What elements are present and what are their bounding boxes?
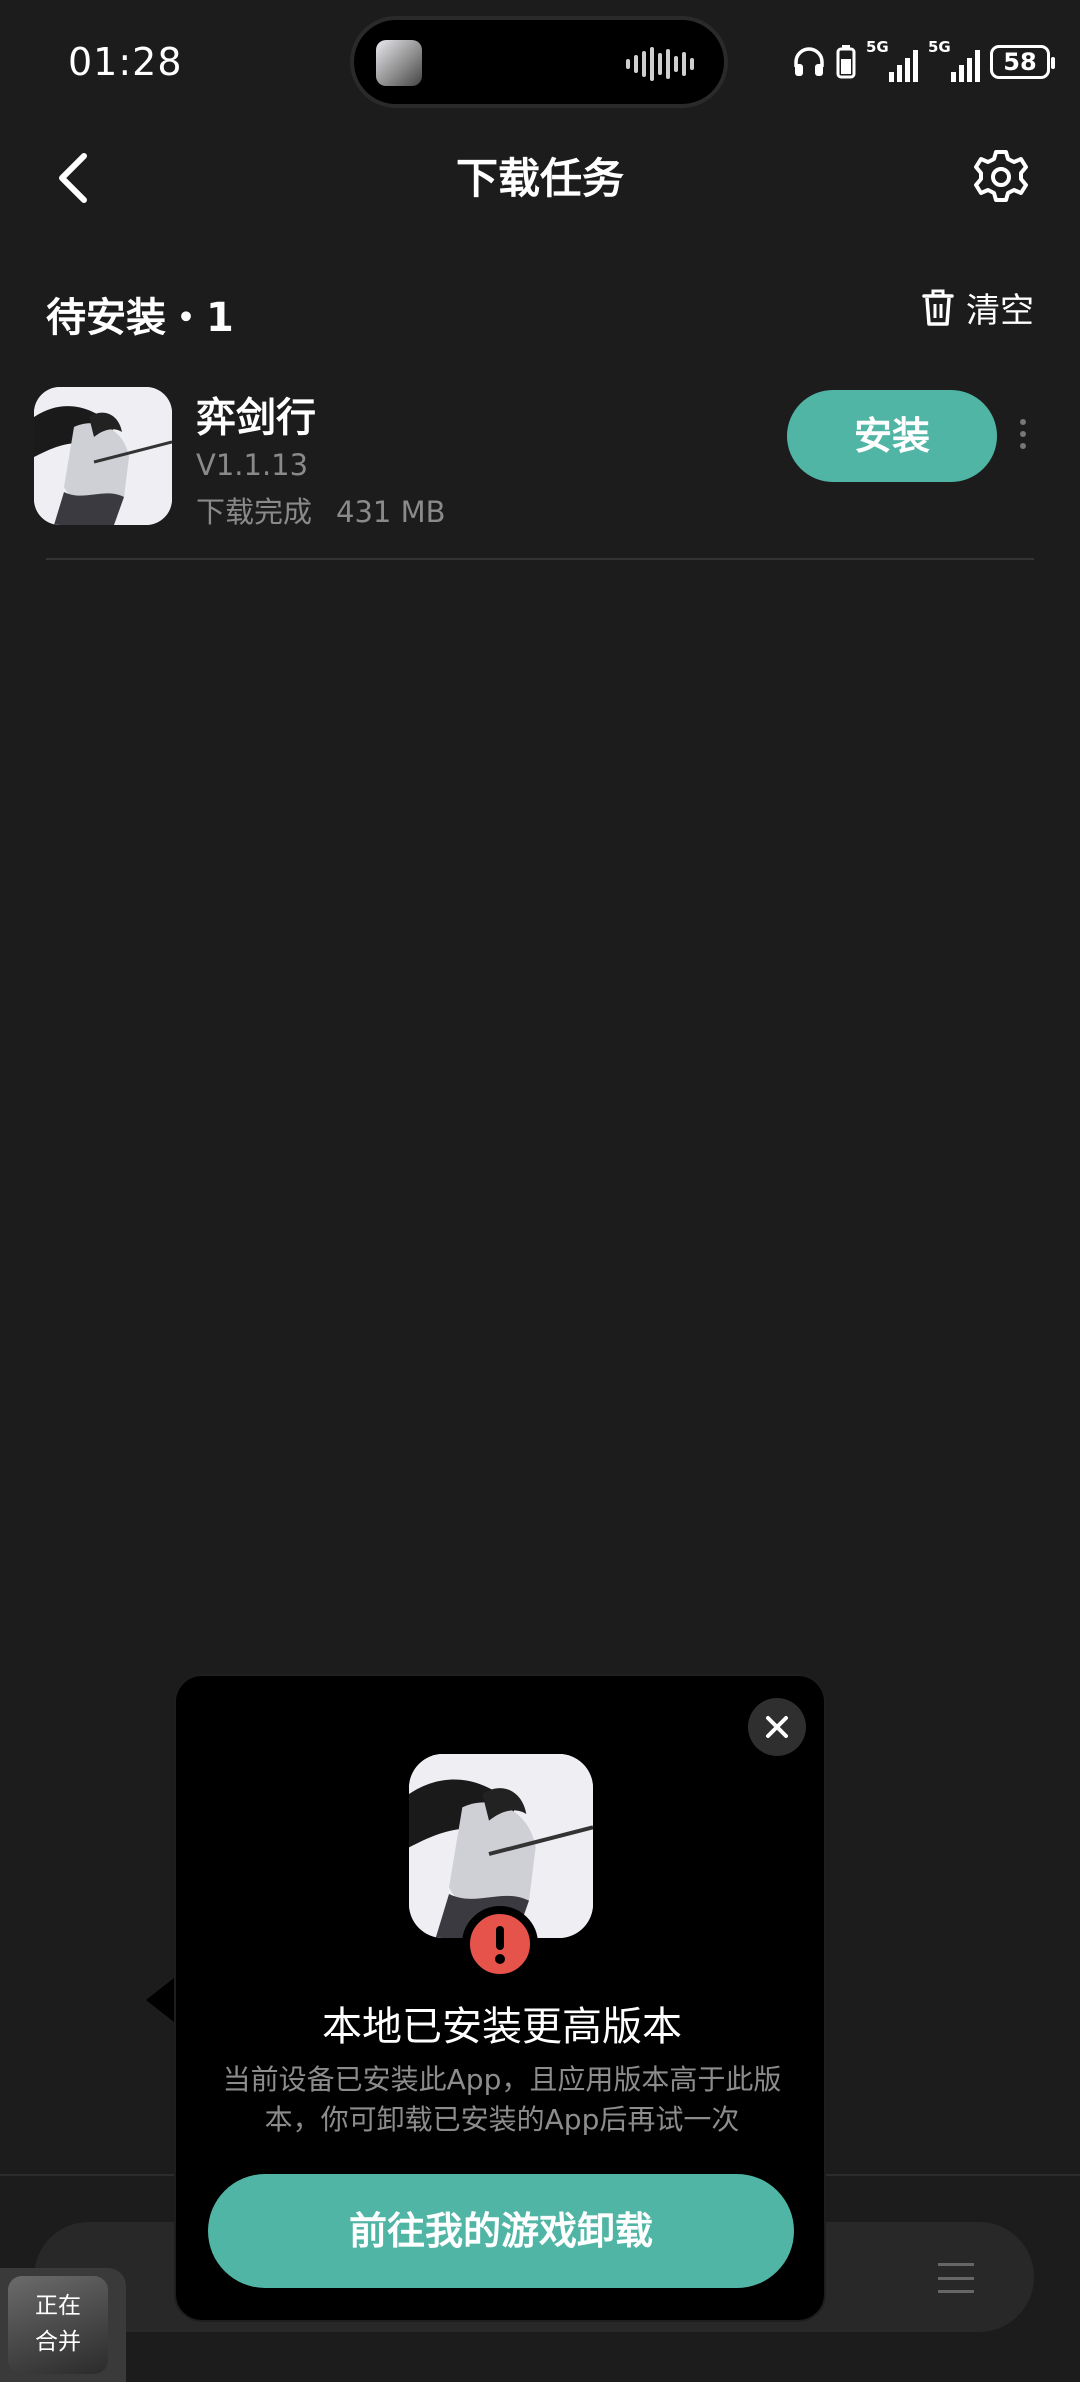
merging-floating-badge[interactable]: 正在 合并	[0, 2268, 126, 2382]
clear-button[interactable]: 清空	[922, 283, 1034, 332]
app-download-status: 下载完成 431 MB	[196, 489, 470, 531]
signal-5g-2: 5G	[928, 38, 980, 82]
status-bar: 01:28 5G 5G 58	[0, 0, 1080, 125]
menu-icon[interactable]	[938, 2263, 974, 2293]
dynamic-island[interactable]	[350, 16, 728, 108]
more-options-icon[interactable]	[1017, 419, 1029, 455]
audio-wave-icon	[626, 44, 698, 84]
file-size: 431 MB	[336, 495, 446, 529]
clear-label: 清空	[966, 291, 1034, 331]
merging-label-line1: 正在	[35, 2293, 81, 2319]
battery-indicator: 58	[990, 45, 1055, 79]
pending-install-title: 待安装・1	[46, 295, 234, 341]
signal-5g-1: 5G	[866, 38, 918, 82]
divider	[46, 558, 1034, 560]
download-status-text: 下载完成	[196, 495, 313, 529]
go-uninstall-button[interactable]: 前往我的游戏卸载	[208, 2174, 794, 2288]
popup-description: 当前设备已安装此App，且应用版本高于此版 本，你可卸载已安装的App后再试一次	[202, 2060, 802, 2140]
page-title: 下载任务	[455, 154, 624, 203]
status-time: 01:28	[68, 40, 183, 84]
popup-title: 本地已安装更高版本	[322, 2004, 682, 2050]
gear-icon[interactable]	[972, 148, 1030, 206]
app-icon	[34, 387, 172, 525]
app-version: V1.1.13	[196, 448, 309, 482]
app-name: 弈剑行	[196, 395, 316, 441]
popup-description-line2: 本，你可卸载已安装的App后再试一次	[264, 2103, 740, 2136]
app-icon-artwork	[34, 387, 172, 525]
close-icon	[766, 1716, 788, 1738]
install-button[interactable]: 安装	[787, 390, 997, 482]
headphones-icon	[794, 47, 824, 76]
merging-badge-inner: 正在 合并	[8, 2276, 108, 2374]
device-battery-icon	[836, 45, 856, 79]
version-conflict-popup: 本地已安装更高版本 当前设备已安装此App，且应用版本高于此版 本，你可卸载已安…	[174, 1674, 826, 2322]
trash-icon	[922, 289, 954, 326]
merging-label-line2: 合并	[35, 2329, 81, 2355]
download-tasks-screen: 01:28 5G 5G 58 下载任务 待安装・1 清空 弈剑行 V1.1.13…	[0, 0, 1080, 2382]
close-button[interactable]	[748, 1698, 806, 1756]
status-icons: 5G 5G 58	[792, 38, 1055, 84]
popup-pointer	[146, 1978, 174, 2022]
download-task-row[interactable]: 弈剑行 V1.1.13 下载完成 431 MB 安装	[34, 385, 1046, 560]
popup-description-line1: 当前设备已安装此App，且应用版本高于此版	[222, 2063, 782, 2096]
media-thumbnail	[376, 40, 422, 86]
warning-icon	[462, 1906, 538, 1982]
